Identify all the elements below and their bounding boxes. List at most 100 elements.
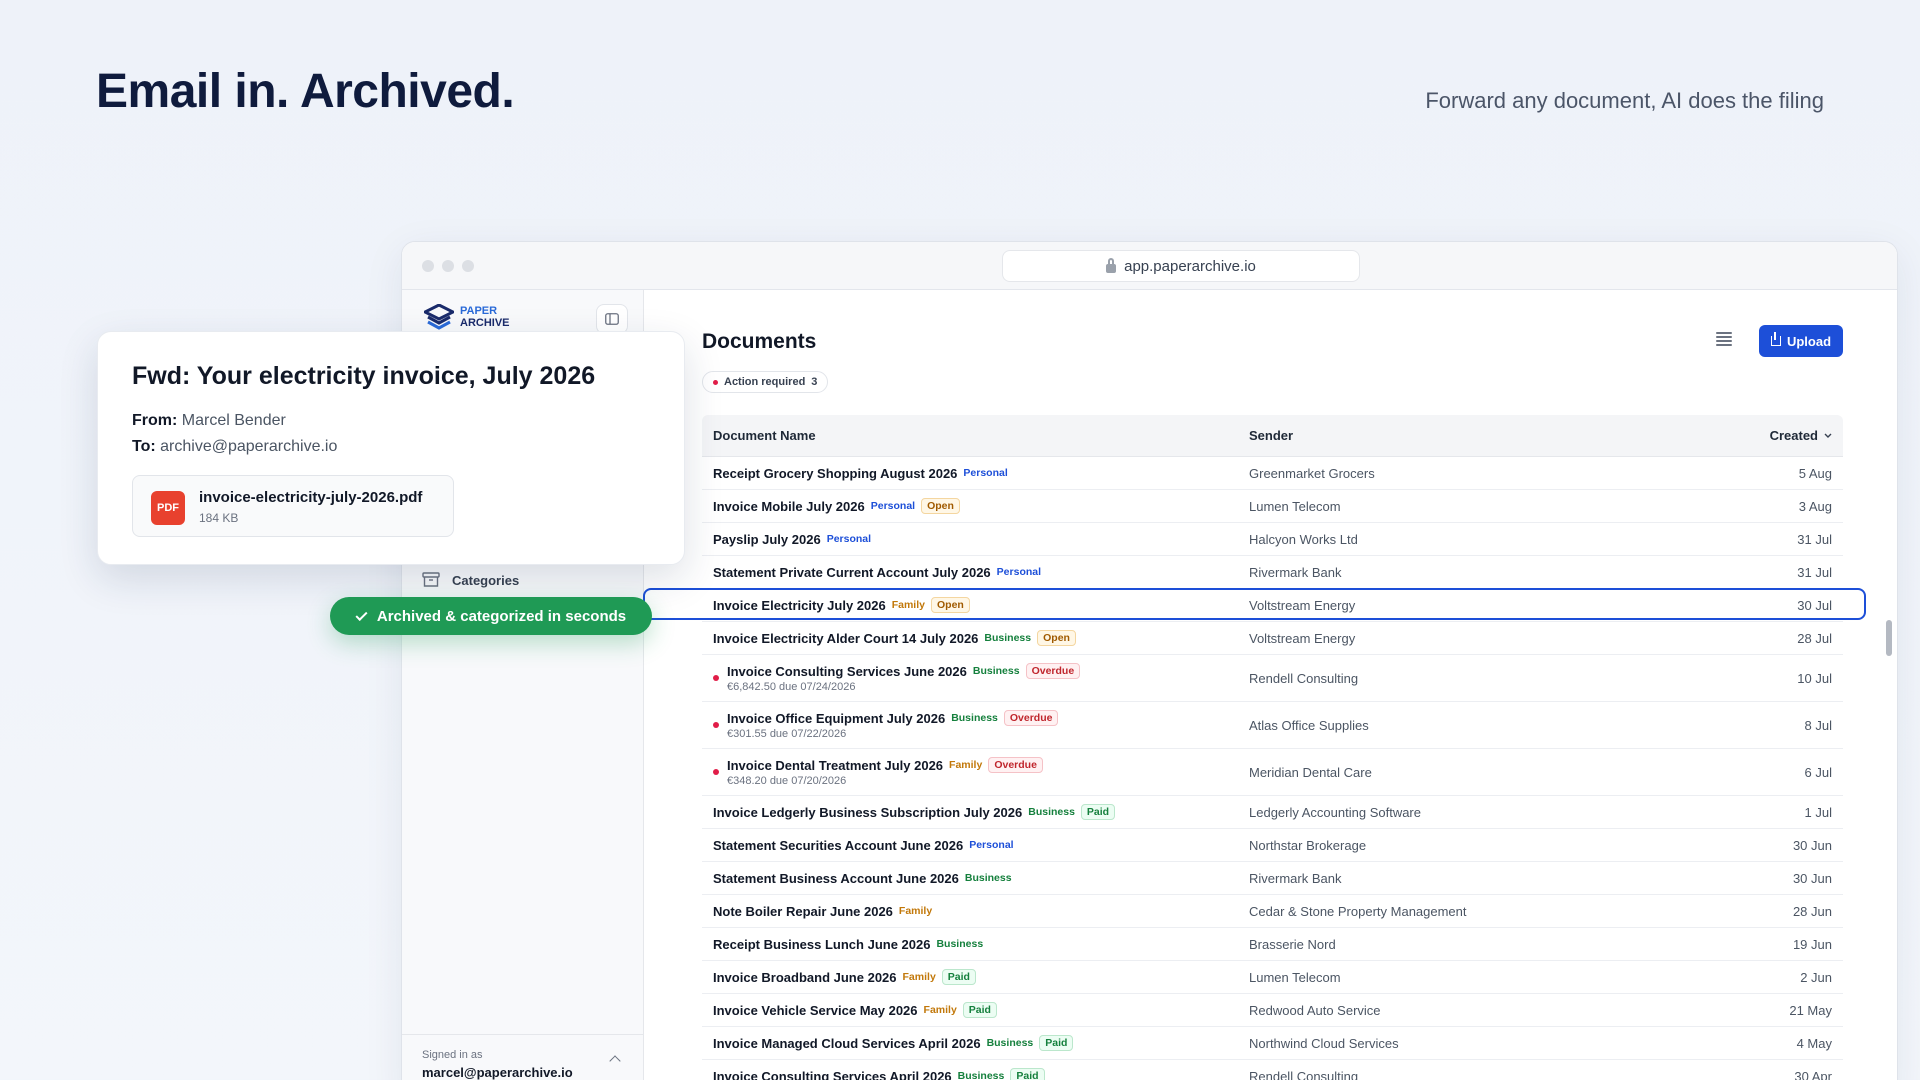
document-name-cell: Invoice Consulting Services June 2026 Bus… (727, 663, 1081, 679)
table-row[interactable]: Invoice Consulting Services June 2026 Bus… (702, 655, 1843, 702)
address-bar[interactable]: app.paperarchive.io (1002, 250, 1360, 282)
email-attachment[interactable]: PDF invoice-electricity-july-2026.pdf 18… (132, 475, 454, 537)
sender-cell: Rendell Consulting (1249, 1068, 1359, 1080)
attachment-size: 184 KB (199, 511, 239, 525)
column-document-name[interactable]: Document Name (713, 428, 816, 443)
upload-button[interactable]: Upload (1759, 325, 1843, 357)
document-name: Invoice Broadband June 2026 (713, 969, 897, 985)
collapse-sidebar-button[interactable] (596, 304, 628, 334)
column-created[interactable]: Created (1770, 428, 1832, 443)
sidebar-item-label: Categories (452, 572, 520, 588)
table-row[interactable]: Invoice Ledgerly Business Subscription J… (702, 796, 1843, 829)
category-tag: Business (972, 665, 1020, 677)
document-name: Statement Business Account June 2026 (713, 870, 959, 886)
document-name: Payslip July 2026 (713, 531, 821, 547)
status-badge: Overdue (988, 757, 1043, 773)
archive-box-icon (422, 572, 440, 587)
sender-cell: Lumen Telecom (1249, 498, 1341, 514)
sender-cell: Lumen Telecom (1249, 969, 1341, 985)
main-content: Documents Action required 3 Upload Docum… (644, 290, 1897, 1080)
scrollbar-thumb[interactable] (1886, 620, 1892, 656)
category-tag: Family (949, 759, 983, 771)
checkmark-icon (355, 608, 368, 621)
overdue-dot-icon (713, 769, 719, 775)
status-badge: Open (1037, 630, 1076, 646)
action-required-count: 3 (811, 376, 818, 388)
document-name-cell: Invoice Office Equipment July 2026 Busine… (727, 710, 1059, 726)
email-subject: Fwd: Your electricity invoice, July 2026 (132, 362, 596, 390)
created-date-cell: 1 Jul (1804, 804, 1832, 820)
category-tag: Personal (969, 839, 1014, 851)
created-date-cell: 31 Jul (1797, 564, 1832, 580)
column-created-label: Created (1769, 428, 1818, 443)
account-menu[interactable]: Signed in as marcel@paperarchive.io (402, 1034, 643, 1080)
attachment-name: invoice-electricity-july-2026.pdf (199, 489, 423, 506)
document-name: Receipt Business Lunch June 2026 (713, 936, 931, 952)
sender-cell: Brasserie Nord (1249, 936, 1336, 952)
category-tag: Business (951, 712, 998, 724)
table-row[interactable]: Invoice Vehicle Service May 2026 Family Pa… (702, 994, 1843, 1027)
maximize-window-dot[interactable] (462, 260, 474, 272)
signed-in-label: Signed in as (422, 1049, 483, 1061)
category-tag: Family (891, 599, 925, 611)
status-badge: Paid (941, 969, 976, 985)
amount-due-text: €301.55 due 07/22/2026 (727, 728, 847, 740)
document-name: Invoice Dental Treatment July 2026 (727, 757, 944, 773)
sender-cell: Atlas Office Supplies (1249, 717, 1369, 733)
created-date-cell: 8 Jul (1804, 717, 1832, 733)
category-tag: Business (986, 1037, 1034, 1049)
sender-cell: Rendell Consulting (1249, 670, 1359, 686)
action-required-filter[interactable]: Action required 3 (702, 371, 829, 393)
created-date-cell: 28 Jul (1797, 630, 1832, 646)
email-from-label: From: (132, 412, 178, 429)
email-from-value: Marcel Bender (181, 412, 286, 429)
created-date-cell: 2 Jun (1800, 969, 1832, 985)
table-row[interactable]: Statement Business Account June 2026 Busi… (702, 862, 1843, 895)
table-row[interactable]: Invoice Managed Cloud Services April 202… (702, 1027, 1843, 1060)
category-tag: Family (898, 905, 933, 917)
upload-label: Upload (1786, 333, 1832, 349)
document-name: Invoice Managed Cloud Services April 202… (713, 1035, 981, 1051)
table-row[interactable]: Note Boiler Repair June 2026 Family Cedar … (702, 895, 1843, 928)
alert-dot-icon (713, 379, 718, 385)
category-tag: Personal (963, 467, 1008, 479)
success-toast: Archived & categorized in seconds (330, 597, 652, 635)
table-row[interactable]: Payslip July 2026 Personal Halcyon Works L… (702, 523, 1843, 556)
created-date-cell: 31 Jul (1797, 531, 1832, 547)
table-row[interactable]: Invoice Dental Treatment July 2026 Family… (702, 749, 1843, 796)
table-row[interactable]: Invoice Office Equipment July 2026 Busine… (702, 702, 1843, 749)
minimize-window-dot[interactable] (442, 260, 454, 272)
table-row[interactable]: Receipt Business Lunch June 2026 Business… (702, 928, 1843, 961)
table-row[interactable]: Invoice Consulting Services April 2026 Bu… (702, 1060, 1843, 1080)
sender-cell: Voltstream Energy (1249, 597, 1356, 613)
table-row[interactable]: Receipt Grocery Shopping August 2026 Pers… (702, 457, 1843, 490)
document-name-cell: Invoice Vehicle Service May 2026 Family Pa… (713, 1002, 997, 1018)
pdf-file-icon: PDF (151, 491, 185, 525)
app-logo[interactable]: PAPER ARCHIVE (424, 304, 510, 330)
sender-cell: Redwood Auto Service (1249, 1002, 1381, 1018)
created-date-cell: 30 Jun (1792, 870, 1832, 886)
table-row[interactable]: Invoice Electricity July 2026 Family Open V… (702, 589, 1843, 622)
close-window-dot[interactable] (422, 260, 434, 272)
sender-cell: Meridian Dental Care (1249, 764, 1372, 780)
document-name: Note Boiler Repair June 2026 (713, 903, 893, 919)
document-name: Invoice Ledgerly Business Subscription J… (713, 804, 1023, 820)
table-row[interactable]: Statement Private Current Account July 2… (702, 556, 1843, 589)
document-name: Invoice Consulting Services June 2026 (727, 663, 967, 679)
toast-label: Archived & categorized in seconds (376, 607, 627, 625)
created-date-cell: 30 Apr (1794, 1068, 1832, 1080)
list-view-icon[interactable] (1716, 332, 1732, 346)
sender-cell: Northstar Brokerage (1249, 837, 1367, 853)
signed-in-email: marcel@paperarchive.io (422, 1065, 573, 1080)
document-name-cell: Invoice Dental Treatment July 2026 Family… (727, 757, 1043, 773)
created-date-cell: 30 Jun (1792, 837, 1832, 853)
table-row[interactable]: Invoice Broadband June 2026 Family Paid Lum… (702, 961, 1843, 994)
table-row[interactable]: Statement Securities Account June 2026 Pe… (702, 829, 1843, 862)
sidebar-item-categories[interactable]: Categories (422, 572, 519, 588)
column-sender[interactable]: Sender (1249, 428, 1293, 443)
document-name: Invoice Office Equipment July 2026 (727, 710, 946, 726)
table-row[interactable]: Invoice Mobile July 2026 Personal Open Lume… (702, 490, 1843, 523)
table-row[interactable]: Invoice Electricity Alder Court 14 July … (702, 622, 1843, 655)
status-badge: Paid (1010, 1068, 1045, 1080)
window-controls (422, 260, 474, 272)
